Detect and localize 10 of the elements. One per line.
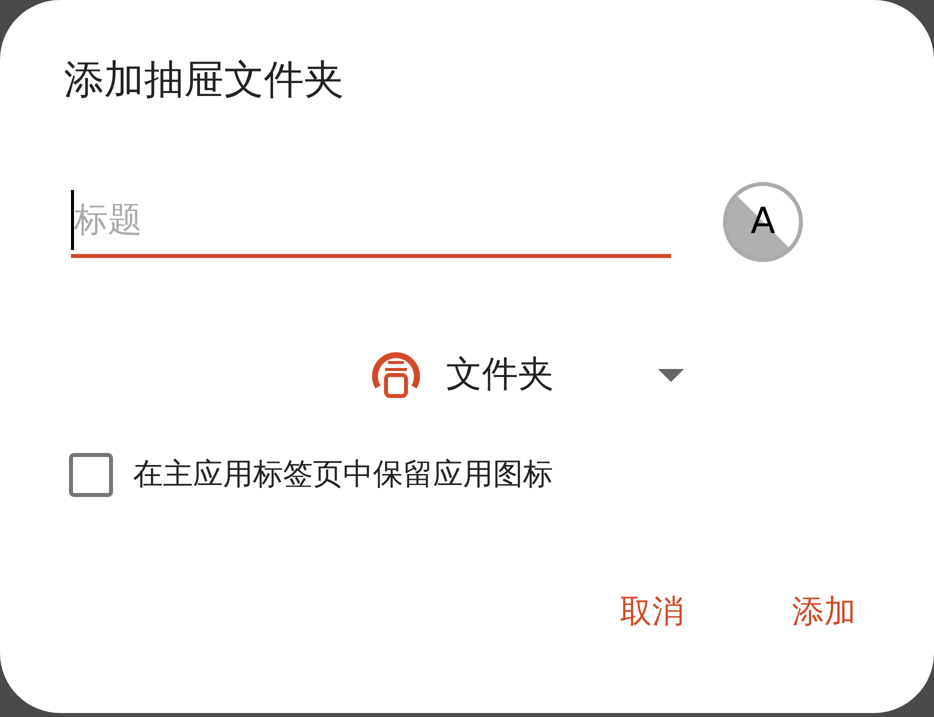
app-icon <box>370 349 422 401</box>
dialog-button[interactable]: 添加 <box>788 587 860 635</box>
dropdown-caret-icon <box>658 368 684 382</box>
dialog-title: 添加抽屉文件夹 <box>64 56 345 105</box>
type-dropdown[interactable]: 文件夹 <box>370 348 684 402</box>
checkbox-square[interactable] <box>69 452 113 496</box>
dialog-button[interactable]: 取消 <box>616 587 688 635</box>
text-cursor <box>71 190 74 250</box>
icon-picker-button[interactable]: A <box>723 182 803 262</box>
keep-icon-checkbox[interactable]: 在主应用标签页中保留应用图标 <box>69 452 870 497</box>
